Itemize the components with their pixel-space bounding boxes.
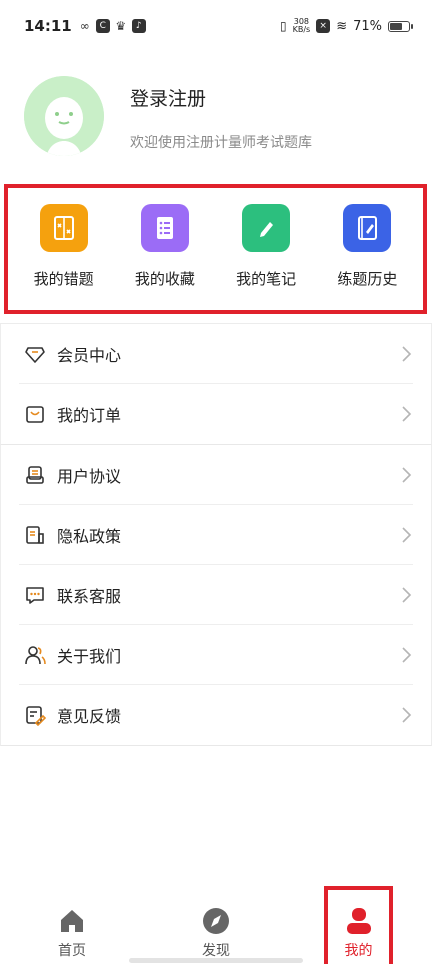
menu-label: 用户协议 [57, 466, 122, 486]
menu-item-membership[interactable]: 会员中心 [19, 324, 413, 384]
user-agreement-icon [23, 463, 47, 487]
tab-label: 首页 [58, 943, 86, 959]
bottom-tab-bar: 首页 发现 我的 [0, 886, 432, 964]
login-register-link[interactable]: 登录注册 [130, 84, 206, 111]
notification-icons: ∞ C ♛ ♪ [78, 19, 146, 33]
battery-icon [388, 20, 413, 32]
menu-item-user-agreement[interactable]: 用户协议 [19, 445, 413, 505]
user-icon [344, 906, 374, 936]
tiktok-icon: ♪ [131, 19, 146, 33]
quick-item-practice-history[interactable]: 练题历史 [317, 188, 418, 310]
notes-icon [242, 204, 291, 252]
menu-label: 关于我们 [57, 646, 122, 666]
menu-item-privacy-policy[interactable]: 隐私政策 [19, 505, 413, 565]
chevron-right-icon [402, 467, 412, 483]
quick-label: 我的笔记 [236, 270, 297, 288]
quick-item-favorites[interactable]: 我的收藏 [114, 188, 215, 310]
customer-service-icon [23, 583, 47, 607]
chevron-right-icon [402, 587, 412, 603]
tab-label: 我的 [344, 943, 373, 959]
status-bar: 14:11 ∞ C ♛ ♪ ▯ 308 KB/s × ≋ 71% [0, 0, 432, 52]
menu-group-info: 用户协议 隐私政策 联系客服 关于我们 意见反馈 [0, 445, 432, 746]
app-icon: C [95, 19, 110, 33]
favorites-icon [140, 204, 189, 252]
practice-history-icon [343, 204, 392, 252]
orders-icon [23, 402, 47, 426]
quick-item-wrong-questions[interactable]: 我的错题 [13, 188, 114, 310]
vibrate-icon: ▯ [279, 19, 287, 33]
menu-label: 联系客服 [57, 586, 122, 606]
quick-label: 我的收藏 [134, 270, 195, 288]
settings-menu: 会员中心 我的订单 用户协议 隐私政策 联系客服 关于我们 意见反馈 [0, 323, 432, 746]
chevron-right-icon [402, 527, 412, 543]
system-indicators: ▯ 308 KB/s × ≋ 71% [279, 18, 413, 34]
privacy-policy-icon [23, 523, 47, 547]
about-us-icon [23, 643, 47, 667]
menu-item-orders[interactable]: 我的订单 [19, 384, 413, 444]
tab-home[interactable]: 首页 [37, 886, 107, 964]
home-indicator [129, 958, 303, 963]
avatar-face-icon [24, 76, 104, 156]
wifi-icon: ≋ [336, 18, 348, 34]
link-icon: ∞ [79, 19, 90, 33]
crown-icon: ♛ [115, 19, 127, 33]
network-speed: 308 KB/s [293, 18, 311, 34]
tab-discover[interactable]: 发现 [181, 886, 251, 964]
avatar[interactable] [24, 76, 104, 156]
menu-item-feedback[interactable]: 意见反馈 [19, 685, 413, 745]
chevron-right-icon [402, 647, 412, 663]
menu-label: 会员中心 [57, 345, 122, 365]
compass-icon [201, 906, 231, 936]
feedback-icon [23, 703, 47, 727]
quick-label: 我的错题 [33, 270, 94, 288]
menu-label: 隐私政策 [57, 526, 122, 546]
menu-label: 我的订单 [57, 406, 122, 425]
menu-group-account: 会员中心 我的订单 [0, 324, 432, 445]
menu-item-about-us[interactable]: 关于我们 [19, 625, 413, 685]
menu-label: 意见反馈 [57, 707, 122, 726]
battery-percent: 71% [353, 18, 382, 34]
chevron-right-icon [402, 346, 412, 362]
net-speed-unit: KB/s [292, 25, 311, 34]
quick-actions: 我的错题 我的收藏 我的笔记 练题历史 [4, 184, 427, 314]
tab-label: 发现 [202, 943, 230, 959]
status-time: 14:11 [24, 17, 72, 35]
wrong-questions-icon [39, 204, 88, 252]
no-sim-icon: × [316, 19, 331, 33]
membership-icon [23, 342, 47, 366]
tab-mine[interactable]: 我的 [324, 886, 393, 964]
battery-fill [390, 22, 403, 30]
chevron-right-icon [402, 707, 412, 723]
menu-item-customer-service[interactable]: 联系客服 [19, 565, 413, 625]
welcome-text: 欢迎使用注册计量师考试题库 [130, 135, 312, 151]
profile-header[interactable]: 登录注册 欢迎使用注册计量师考试题库 [24, 76, 414, 156]
home-icon [57, 906, 87, 936]
chevron-right-icon [402, 406, 412, 422]
quick-item-notes[interactable]: 我的笔记 [216, 188, 317, 310]
quick-label: 练题历史 [337, 270, 398, 288]
